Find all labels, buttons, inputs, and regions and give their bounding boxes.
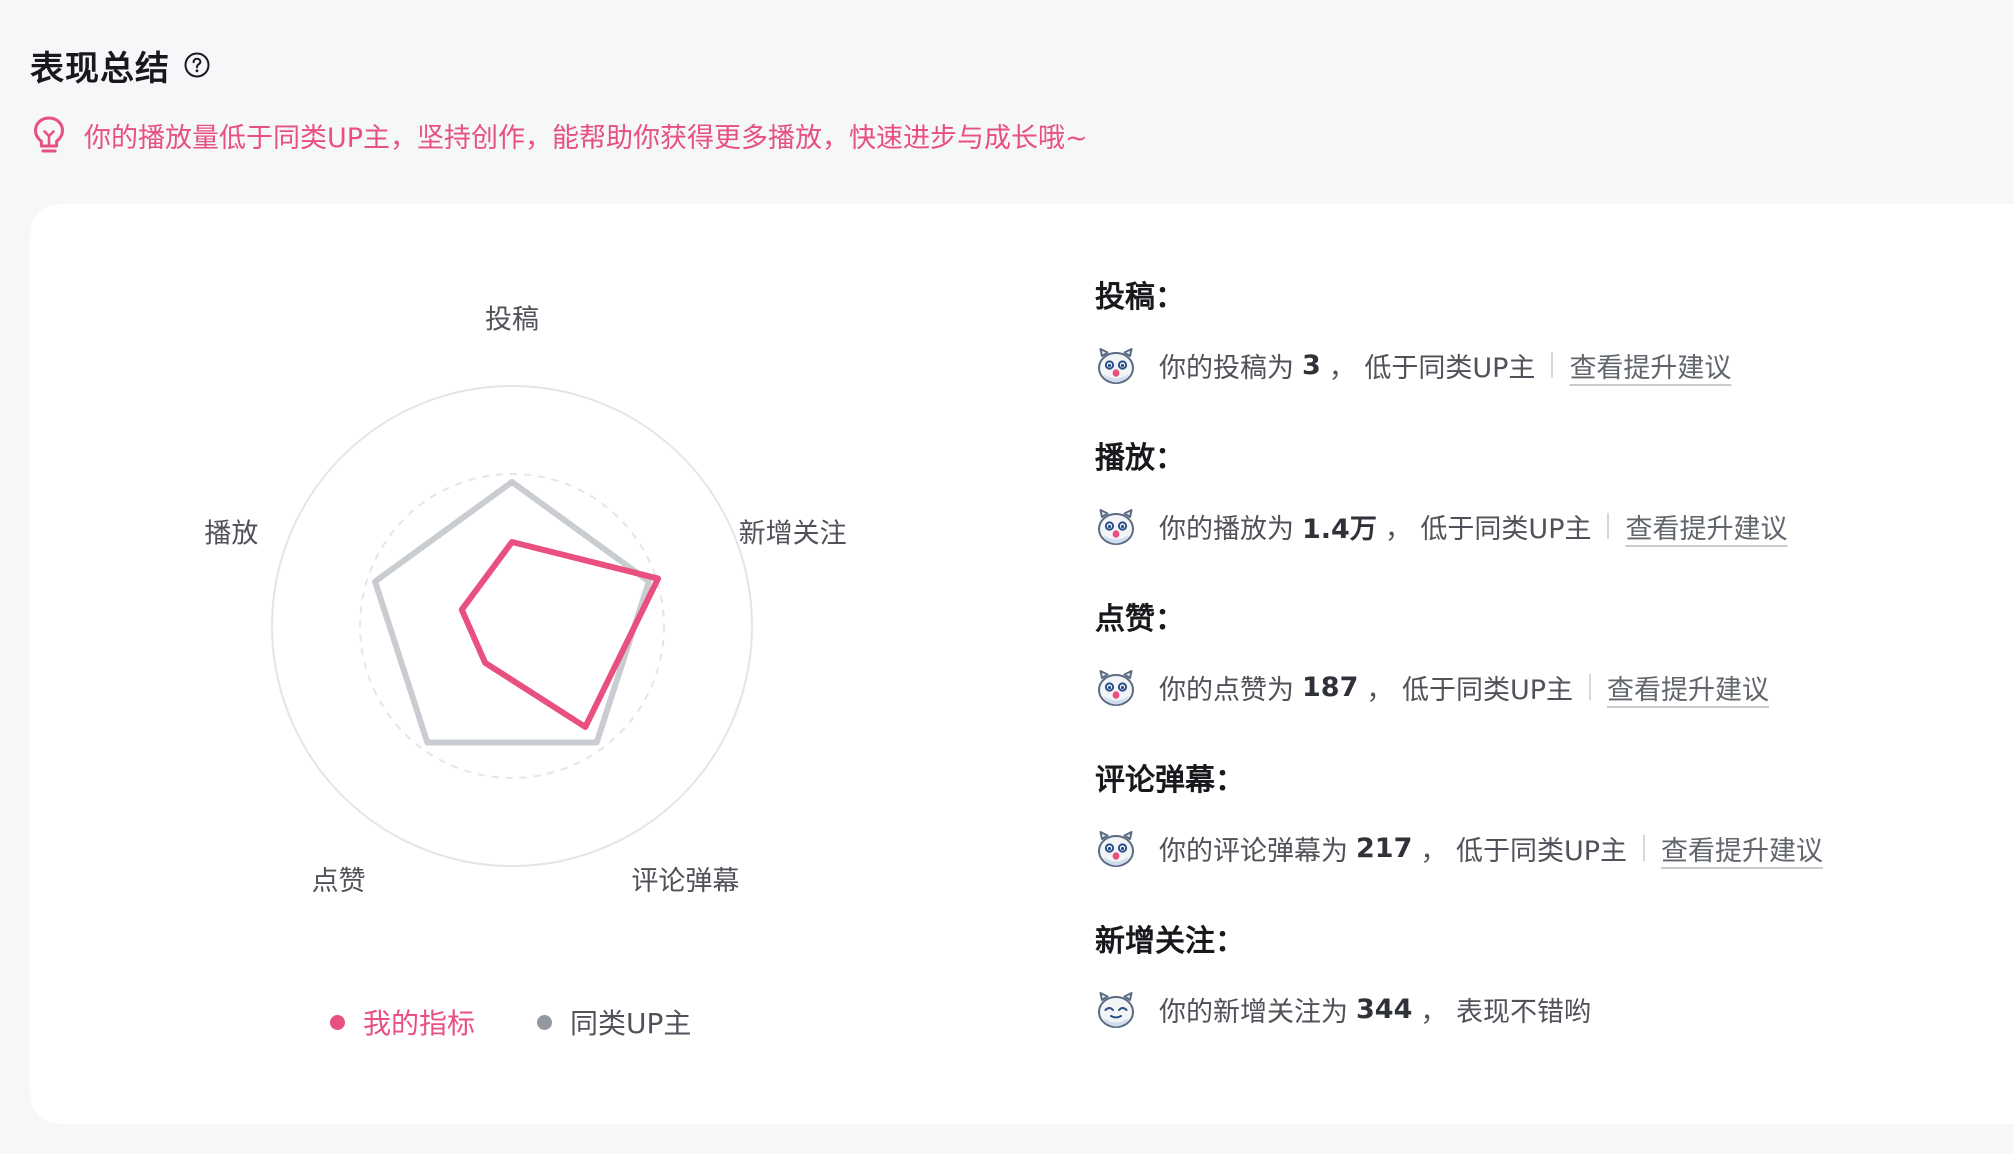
metric-value: 1.4万 bbox=[1302, 513, 1377, 545]
metric-likes: 点赞： 你的点赞为 187 ， 低于同类UP主 查看提升建议 bbox=[1095, 599, 1995, 760]
metric-value: 217 bbox=[1356, 832, 1413, 864]
metric-list: 投稿： 你的投稿为 3 ， 低于同类UP主 查看提升建议 播放： 你的播放为 1… bbox=[1095, 277, 1995, 1082]
metric-title: 点赞： bbox=[1095, 602, 1185, 637]
radar-series-peer bbox=[372, 479, 652, 746]
metric-row: 你的点赞为 187 ， 低于同类UP主 查看提升建议 bbox=[1095, 663, 1995, 711]
metric-comments: 评论弹幕： 你的评论弹幕为 217 ， 低于同类UP主 查看提升建议 bbox=[1095, 760, 1995, 921]
view-advice-link[interactable]: 查看提升建议 bbox=[1607, 668, 1769, 707]
metric-prefix: 你的新增关注为 bbox=[1159, 996, 1348, 1028]
separator bbox=[1643, 835, 1646, 861]
radar-series-mine bbox=[458, 539, 662, 730]
worried-face-icon bbox=[1095, 344, 1137, 386]
radar-axis-label: 投稿 bbox=[485, 305, 539, 336]
metric-views: 播放： 你的播放为 1.4万 ， 低于同类UP主 查看提升建议 bbox=[1095, 438, 1995, 599]
metric-prefix: 你的点赞为 bbox=[1159, 674, 1294, 706]
happy-face-icon bbox=[1095, 988, 1137, 1030]
view-advice-link[interactable]: 查看提升建议 bbox=[1661, 829, 1823, 868]
radar-axis-label: 点赞 bbox=[312, 866, 366, 897]
question-circle-icon[interactable] bbox=[184, 52, 210, 78]
metric-prefix: 你的评论弹幕为 bbox=[1159, 835, 1348, 867]
metric-value: 344 bbox=[1356, 993, 1413, 1025]
separator bbox=[1589, 674, 1592, 700]
view-advice-link[interactable]: 查看提升建议 bbox=[1569, 346, 1731, 385]
metric-title: 投稿： bbox=[1095, 280, 1185, 315]
legend-label-mine: 我的指标 bbox=[363, 1007, 476, 1040]
legend-dot-peer bbox=[537, 1014, 553, 1030]
lightbulb-icon bbox=[30, 115, 68, 155]
legend-item-mine[interactable]: 我的指标 bbox=[330, 1002, 475, 1042]
separator bbox=[1607, 513, 1610, 539]
page-title: 表现总结 bbox=[30, 48, 170, 89]
metric-new-followers: 新增关注： 你的新增关注为 344 ， 表现不错哟 bbox=[1095, 921, 1995, 1082]
metric-title: 播放： bbox=[1095, 441, 1185, 476]
radar-axis-label: 评论弹幕 bbox=[631, 866, 739, 897]
radar-reference-ring bbox=[359, 473, 665, 779]
chart-legend: 我的指标 同类UP主 bbox=[330, 1002, 753, 1042]
metric-suffix: ， 低于同类UP主 bbox=[1366, 674, 1574, 706]
metric-row: 你的投稿为 3 ， 低于同类UP主 查看提升建议 bbox=[1095, 341, 1995, 389]
radar-chart: 投稿新增关注评论弹幕 点赞 播放 bbox=[204, 305, 847, 898]
worried-face-icon bbox=[1095, 505, 1137, 547]
tip-text: 你的播放量低于同类UP主，坚持创作，能帮助你获得更多播放，快速进步与成长哦~ bbox=[84, 122, 1088, 154]
metric-row: 你的播放为 1.4万 ， 低于同类UP主 查看提升建议 bbox=[1095, 502, 1995, 550]
view-advice-link[interactable]: 查看提升建议 bbox=[1625, 507, 1787, 546]
metric-value: 3 bbox=[1302, 349, 1321, 381]
tip-banner: 你的播放量低于同类UP主，坚持创作，能帮助你获得更多播放，快速进步与成长哦~ bbox=[30, 112, 1088, 158]
summary-card: 投稿新增关注评论弹幕 点赞 播放 我的指标 同类UP主 投稿： 你的投稿为 3 ， … bbox=[30, 204, 2014, 1124]
metric-suffix: ， 表现不错哟 bbox=[1420, 996, 1591, 1028]
metric-submissions: 投稿： 你的投稿为 3 ， 低于同类UP主 查看提升建议 bbox=[1095, 277, 1995, 438]
metric-row: 你的新增关注为 344 ， 表现不错哟 bbox=[1095, 985, 1995, 1033]
metric-suffix: ， 低于同类UP主 bbox=[1328, 352, 1536, 384]
radar-axis-label: 新增关注 bbox=[739, 518, 847, 549]
metric-value: 187 bbox=[1302, 671, 1359, 703]
radar-outer-ring bbox=[271, 385, 753, 867]
metric-suffix: ， 低于同类UP主 bbox=[1384, 513, 1592, 545]
worried-face-icon bbox=[1095, 666, 1137, 708]
radar-axis-label: 播放 bbox=[204, 518, 258, 549]
worried-face-icon bbox=[1095, 827, 1137, 869]
legend-label-peer: 同类UP主 bbox=[570, 1007, 692, 1040]
metric-row: 你的评论弹幕为 217 ， 低于同类UP主 查看提升建议 bbox=[1095, 824, 1995, 872]
metric-suffix: ， 低于同类UP主 bbox=[1420, 835, 1628, 867]
legend-item-peer[interactable]: 同类UP主 bbox=[537, 1002, 691, 1042]
metric-prefix: 你的投稿为 bbox=[1159, 352, 1294, 384]
separator bbox=[1551, 352, 1554, 378]
metric-prefix: 你的播放为 bbox=[1159, 513, 1294, 545]
metric-title: 新增关注： bbox=[1095, 924, 1245, 959]
metric-title: 评论弹幕： bbox=[1095, 763, 1245, 798]
legend-dot-mine bbox=[330, 1014, 345, 1030]
title-row: 表现总结 bbox=[30, 40, 210, 90]
